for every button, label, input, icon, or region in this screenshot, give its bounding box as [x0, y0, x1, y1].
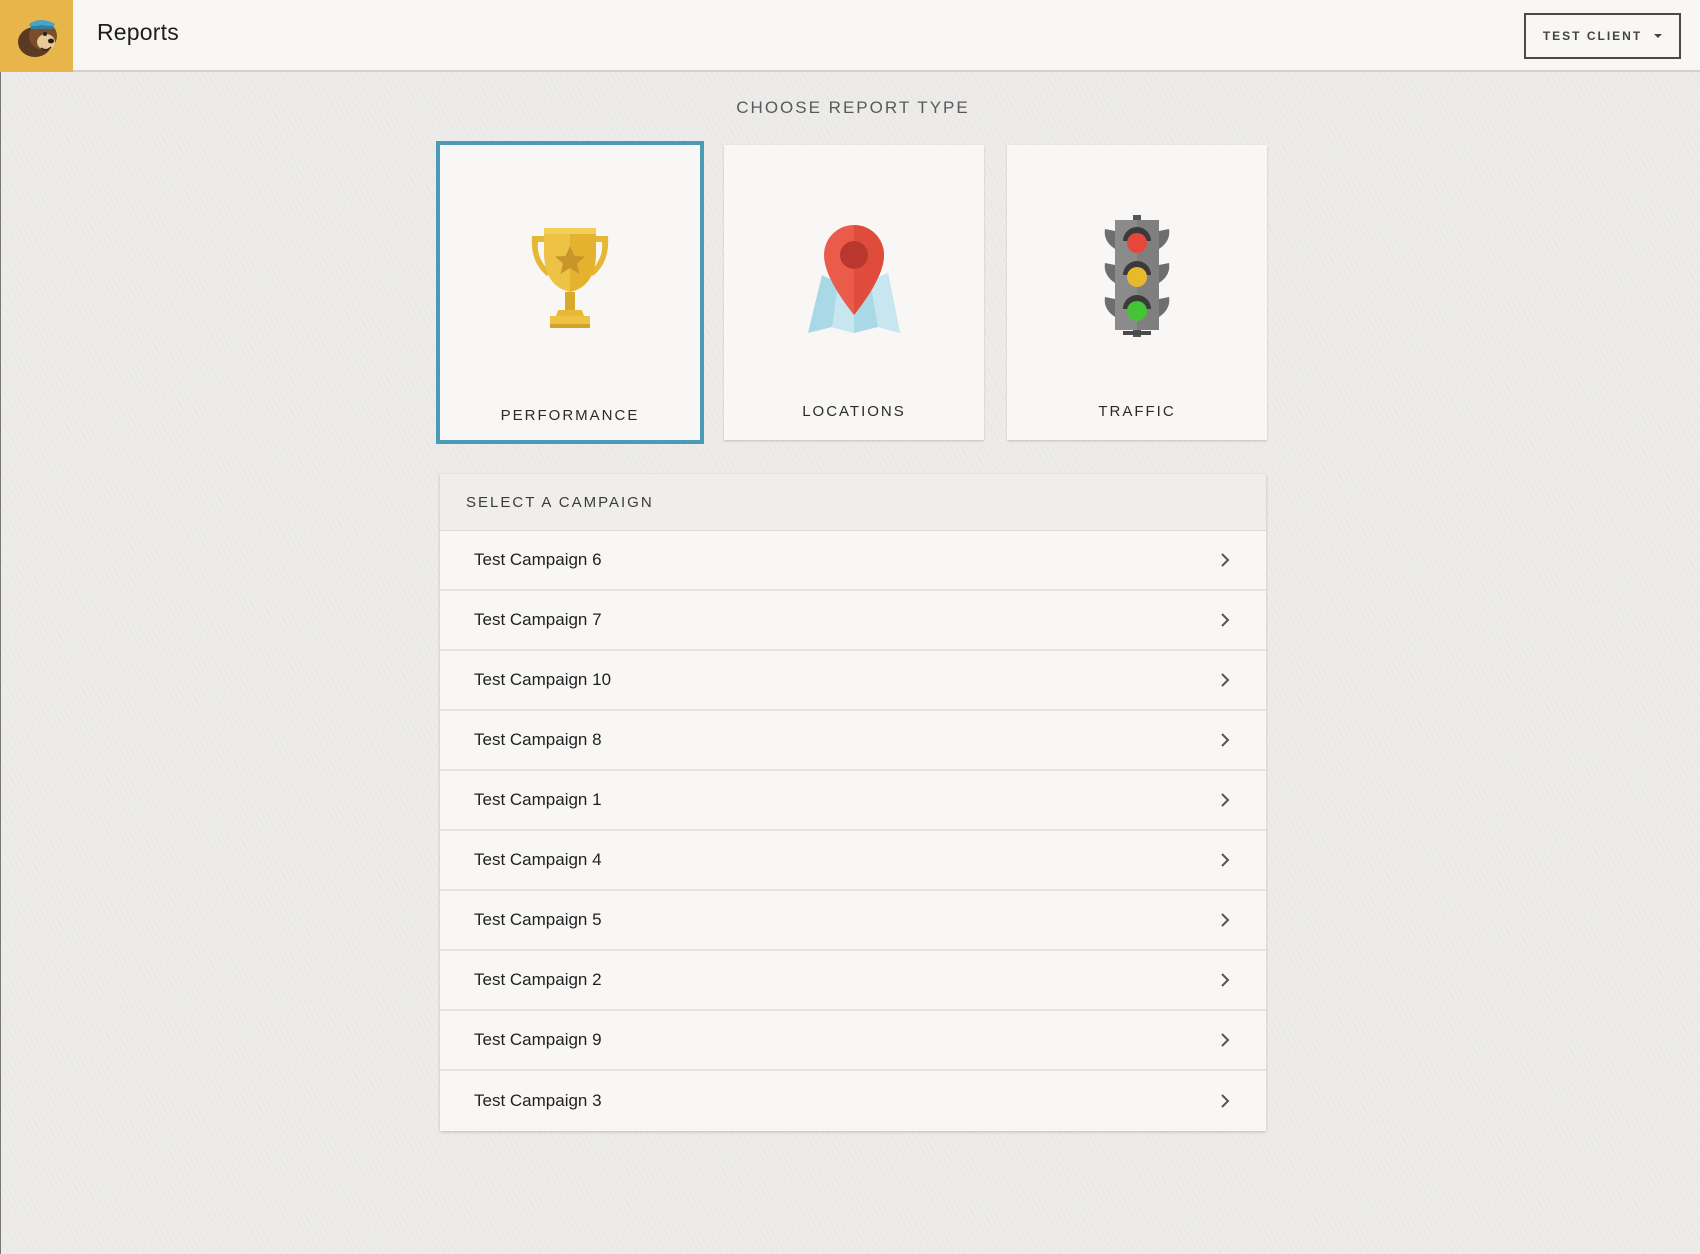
app-header: Reports TEST CLIENT: [0, 0, 1700, 72]
campaign-name: Test Campaign 1: [474, 790, 602, 809]
campaign-row[interactable]: Test Campaign 6: [440, 531, 1266, 591]
campaign-row[interactable]: Test Campaign 10: [440, 651, 1266, 711]
chevron-right-icon: [1217, 972, 1233, 988]
campaign-row[interactable]: Test Campaign 1: [440, 771, 1266, 831]
campaign-row[interactable]: Test Campaign 3: [440, 1071, 1266, 1131]
chevron-right-icon: [1217, 792, 1233, 808]
report-type-label: PERFORMANCE: [500, 407, 640, 424]
campaign-name: Test Campaign 4: [474, 850, 602, 869]
chevron-right-icon: [1217, 732, 1233, 748]
campaign-row[interactable]: Test Campaign 9: [440, 1011, 1266, 1071]
selection-pointer: [548, 452, 592, 474]
campaign-row[interactable]: Test Campaign 4: [440, 831, 1266, 891]
campaign-row[interactable]: Test Campaign 8: [440, 711, 1266, 771]
campaign-name: Test Campaign 7: [474, 610, 602, 629]
campaign-row[interactable]: Test Campaign 2: [440, 951, 1266, 1011]
campaign-name: Test Campaign 8: [474, 730, 602, 749]
campaign-name: Test Campaign 6: [474, 550, 602, 569]
report-type-label: TRAFFIC: [1098, 403, 1176, 420]
logo[interactable]: [0, 0, 73, 72]
report-type-label: LOCATIONS: [802, 403, 906, 420]
caret-down-icon: [1654, 34, 1663, 38]
campaign-name: Test Campaign 10: [474, 670, 612, 689]
chevron-right-icon: [1217, 912, 1233, 928]
trophy-icon: [531, 228, 609, 328]
campaign-row[interactable]: Test Campaign 5: [440, 891, 1266, 951]
section-title: CHOOSE REPORT TYPE: [736, 98, 970, 117]
mailchimp-freddie-logo-icon: [17, 20, 57, 57]
window-edge: [0, 0, 1, 1254]
campaign-name: Test Campaign 3: [474, 1091, 602, 1110]
chevron-right-icon: [1217, 552, 1233, 568]
client-selector-button[interactable]: TEST CLIENT: [1524, 13, 1681, 59]
page-title: Reports: [97, 19, 179, 45]
chevron-right-icon: [1217, 612, 1233, 628]
campaign-panel: SELECT A CAMPAIGN Test Campaign 6 Test C…: [440, 474, 1266, 1131]
report-type-locations[interactable]: LOCATIONS: [724, 145, 984, 440]
campaign-name: Test Campaign 5: [474, 910, 602, 929]
report-type-performance[interactable]: PERFORMANCE: [436, 141, 704, 444]
campaign-panel-header: SELECT A CAMPAIGN: [440, 474, 1266, 531]
map-pin-icon: [808, 225, 900, 333]
campaign-row[interactable]: Test Campaign 7: [440, 591, 1266, 651]
chevron-right-icon: [1217, 1093, 1233, 1109]
campaign-name: Test Campaign 9: [474, 1030, 602, 1049]
chevron-right-icon: [1217, 672, 1233, 688]
report-type-traffic[interactable]: TRAFFIC: [1007, 145, 1267, 440]
chevron-right-icon: [1217, 1032, 1233, 1048]
traffic-light-icon: [1104, 215, 1170, 337]
client-selector-label: TEST CLIENT: [1542, 29, 1643, 43]
chevron-right-icon: [1217, 852, 1233, 868]
campaign-name: Test Campaign 2: [474, 970, 602, 989]
